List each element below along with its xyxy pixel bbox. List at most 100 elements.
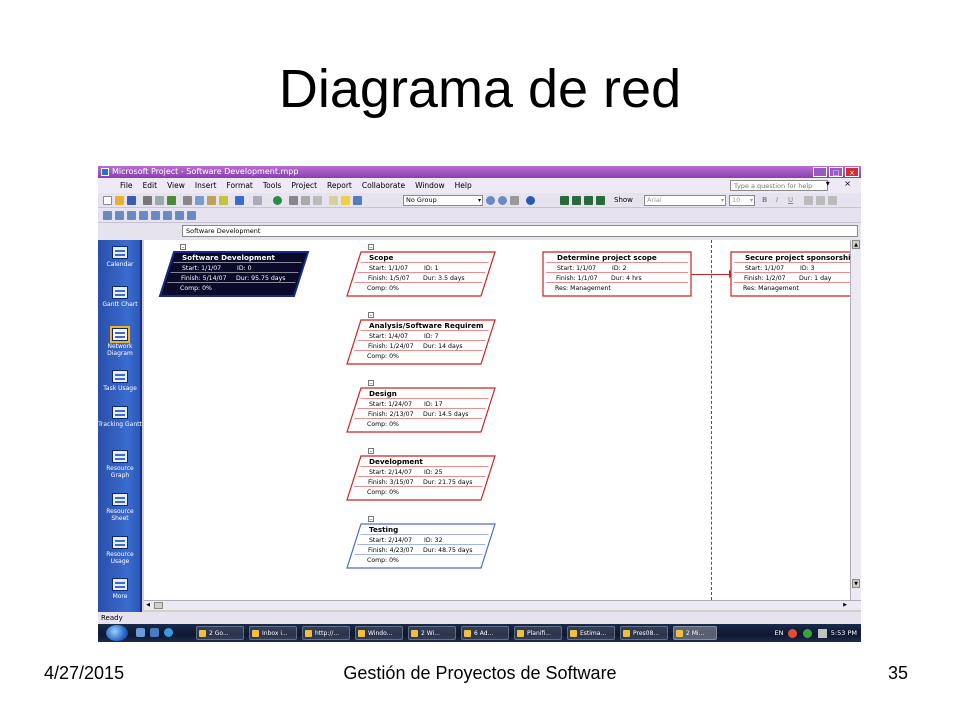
insert-hyperlink-icon[interactable]	[273, 196, 282, 205]
open-icon[interactable]	[115, 196, 124, 205]
view-resource-graph[interactable]: Resource Graph	[98, 450, 142, 479]
scroll-left-icon[interactable]: ◀	[144, 602, 152, 609]
menu-view[interactable]: View	[167, 178, 185, 193]
language-indicator[interactable]: EN	[775, 629, 784, 637]
help-icon[interactable]	[526, 196, 535, 205]
menu-insert[interactable]: Insert	[195, 178, 217, 193]
view-resource-sheet[interactable]: Resource Sheet	[98, 493, 142, 522]
indent-left-icon[interactable]	[560, 196, 569, 205]
scroll-down-icon[interactable]: ▼	[852, 579, 860, 588]
task-notes-icon[interactable]	[341, 196, 350, 205]
show-progress-icon[interactable]	[151, 211, 160, 220]
link-labels-icon[interactable]	[127, 211, 136, 220]
indent-right-icon[interactable]	[572, 196, 581, 205]
save-icon[interactable]	[127, 196, 136, 205]
show-subtasks-icon[interactable]	[584, 196, 593, 205]
taskbar-item[interactable]: 6 Ad...	[461, 626, 509, 640]
maximize-button[interactable]: □	[829, 167, 843, 177]
menu-collaborate[interactable]: Collaborate	[362, 178, 405, 193]
spelling-icon[interactable]	[167, 196, 176, 205]
volume-icon[interactable]	[817, 628, 827, 638]
network-node[interactable]: Software Development Start: 1/1/07 ID: 0 Fi…	[158, 251, 310, 297]
horizontal-scrollbar[interactable]: ◀ ▶	[144, 600, 861, 610]
copy-icon[interactable]	[195, 196, 204, 205]
show-desktop-icon[interactable]	[136, 628, 145, 637]
entry-field[interactable]: Software Development	[182, 225, 858, 237]
menu-file[interactable]: File	[120, 178, 133, 193]
horizontal-scroll-thumb[interactable]	[154, 602, 163, 609]
menu-edit[interactable]: Edit	[143, 178, 158, 193]
align-left-icon[interactable]	[804, 196, 813, 205]
redo-icon[interactable]	[253, 196, 262, 205]
collapse-toggle-icon[interactable]: –	[368, 312, 374, 319]
print-preview-icon[interactable]	[155, 196, 164, 205]
paste-icon[interactable]	[207, 196, 216, 205]
link-tasks-icon[interactable]	[289, 196, 298, 205]
vertical-scrollbar[interactable]: ▲ ▼	[850, 240, 861, 600]
box-styles-icon[interactable]	[175, 211, 184, 220]
task-information-icon[interactable]	[329, 196, 338, 205]
network-node[interactable]: Design Start: 1/24/07 ID: 17 Finish: 2/13/0…	[346, 387, 496, 433]
network-node[interactable]: Analysis/Software Requirem Start: 1/4/07 I…	[346, 319, 496, 365]
view-more[interactable]: More	[98, 578, 142, 600]
document-window-controls[interactable]: ▾ ×	[826, 179, 857, 188]
scroll-right-icon[interactable]: ▶	[841, 602, 849, 609]
collapse-toggle-icon[interactable]: –	[368, 448, 374, 455]
taskbar-item[interactable]: 2 Wi...	[408, 626, 456, 640]
print-icon[interactable]	[143, 196, 152, 205]
bold-button[interactable]: B	[762, 195, 767, 206]
network-node[interactable]: Scope Start: 1/1/07 ID: 1 Finish: 1/5/07 Dur…	[346, 251, 496, 297]
undo-icon[interactable]	[235, 196, 244, 205]
zoom-in-icon[interactable]	[486, 196, 495, 205]
switch-windows-icon[interactable]	[150, 628, 159, 637]
collapse-toggle-icon[interactable]: –	[180, 244, 186, 251]
taskbar-item-active[interactable]: 2 Mi...	[673, 626, 717, 640]
underline-button[interactable]: U	[788, 195, 793, 206]
format-painter-icon[interactable]	[219, 196, 228, 205]
align-right-icon[interactable]	[828, 196, 837, 205]
menu-report[interactable]: Report	[327, 178, 352, 193]
hide-subtasks-icon[interactable]	[596, 196, 605, 205]
internet-explorer-icon[interactable]	[164, 628, 173, 637]
align-boxes-icon[interactable]	[163, 211, 172, 220]
start-button-icon[interactable]	[106, 625, 128, 641]
taskbar-item[interactable]: Windo...	[355, 626, 403, 640]
collapse-toggle-icon[interactable]: –	[368, 244, 374, 251]
clock[interactable]: 5:53 PM	[831, 629, 857, 637]
taskbar-item[interactable]: 2 Go...	[196, 626, 244, 640]
menu-window[interactable]: Window	[415, 178, 445, 193]
assign-resources-icon[interactable]	[353, 196, 362, 205]
view-gantt-chart[interactable]: Gantt Chart	[98, 286, 142, 308]
new-icon[interactable]	[103, 196, 112, 205]
view-network-diagram[interactable]: Network Diagram	[98, 326, 142, 357]
taskbar-item[interactable]: Inbox i...	[249, 626, 297, 640]
network-icon[interactable]	[802, 628, 812, 638]
zoom-out-icon[interactable]	[498, 196, 507, 205]
taskbar-item[interactable]: Pres08...	[620, 626, 668, 640]
taskbar-item[interactable]: Planifi...	[514, 626, 562, 640]
scroll-up-icon[interactable]: ▲	[852, 240, 860, 249]
menu-help[interactable]: Help	[455, 178, 472, 193]
collapse-toggle-icon[interactable]: –	[368, 380, 374, 387]
layout-now-icon[interactable]	[103, 211, 112, 220]
menu-format[interactable]: Format	[226, 178, 252, 193]
font-combo[interactable]: Arial	[644, 195, 726, 206]
scroll-to-task-icon[interactable]	[510, 196, 519, 205]
italic-button[interactable]: I	[776, 195, 778, 206]
split-task-icon[interactable]	[313, 196, 322, 205]
view-tracking-gantt[interactable]: Tracking Gantt	[98, 406, 142, 428]
tray-app-icon[interactable]	[787, 628, 797, 638]
hide-fields-icon[interactable]	[115, 211, 124, 220]
layout-icon[interactable]	[187, 211, 196, 220]
font-size-combo[interactable]: 10	[729, 195, 755, 206]
view-task-usage[interactable]: Task Usage	[98, 370, 142, 392]
view-resource-usage[interactable]: Resource Usage	[98, 536, 142, 565]
network-node[interactable]: Determine project scope Start: 1/1/07 ID: …	[542, 251, 692, 297]
network-node[interactable]: Secure project sponsorship Start: 1/1/07 I…	[730, 251, 850, 297]
minimize-button[interactable]: _	[813, 167, 827, 177]
group-by-combo[interactable]: No Group	[403, 195, 483, 206]
network-node[interactable]: Testing Start: 2/14/07 ID: 32 Finish: 4/23/…	[346, 523, 496, 569]
network-node[interactable]: Development Start: 2/14/07 ID: 25 Finish: 3…	[346, 455, 496, 501]
taskbar-item[interactable]: Estima...	[567, 626, 615, 640]
close-button[interactable]: ×	[845, 167, 859, 177]
